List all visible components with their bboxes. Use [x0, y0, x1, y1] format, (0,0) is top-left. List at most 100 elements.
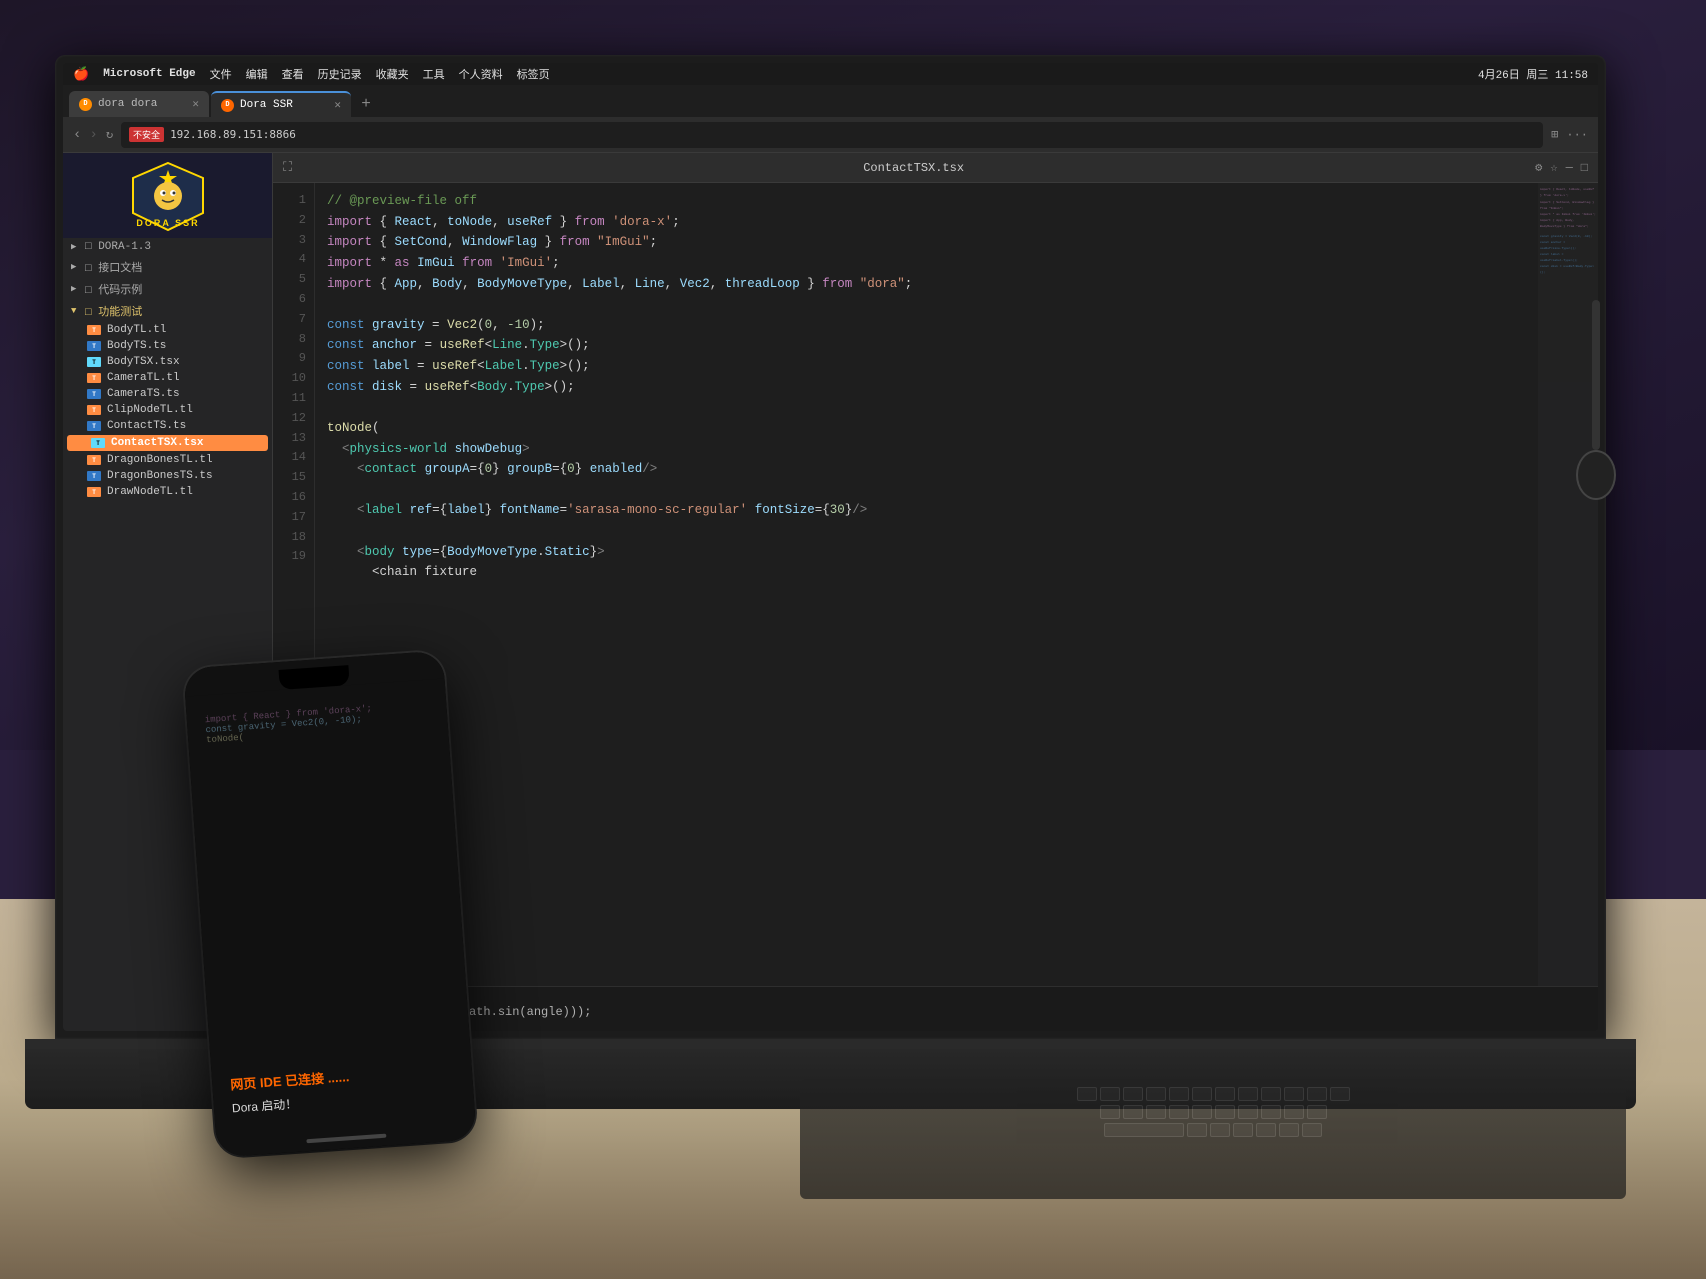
tree-item-code-examples[interactable]: ▶ □ 代码示例 — [63, 278, 272, 300]
line-num-4: 4 — [273, 250, 314, 270]
phone-screen-bezel: import { React } from 'dora-x'; const gr… — [183, 651, 477, 1158]
tree-item-dragonbonests[interactable]: T DragonBonesTS.ts — [63, 468, 272, 484]
line-num-11: 11 — [273, 389, 314, 409]
tree-arrow-icon: ▶ — [71, 262, 81, 272]
tab-close-1[interactable]: ✕ — [192, 97, 199, 111]
forward-button[interactable]: › — [89, 127, 97, 143]
bottom-code-line-1: t; — [325, 991, 1546, 1005]
tree-item-camerats[interactable]: T CameraTS.ts — [63, 386, 272, 402]
expand-icon[interactable]: ⛶ — [283, 160, 292, 175]
tree-item-bodytl[interactable]: T BodyTL.tl — [63, 322, 272, 338]
back-button[interactable]: ‹ — [73, 127, 81, 143]
editor-filename: ContactTSX.tsx — [300, 161, 1527, 175]
minimap-code-preview: import { React, toNode, useRef } from 'd… — [1538, 183, 1598, 280]
tree-item-label: □ DORA-1.3 — [85, 241, 151, 253]
code-line-18: <body type={BodyMoveType.Static}> — [327, 542, 1526, 563]
tree-arrow-icon: ▶ — [71, 284, 81, 294]
browser-menu-icon[interactable]: ··· — [1566, 128, 1588, 142]
code-line-3: import { SetCond, WindowFlag } from "ImG… — [327, 232, 1526, 253]
tree-item-dragonbonestl[interactable]: T DragonBonesTL.tl — [63, 452, 272, 468]
address-text: 192.168.89.151:8866 — [170, 128, 296, 141]
code-line-10: const disk = useRef<Body.Type>(); — [327, 377, 1526, 398]
line-num-17: 17 — [273, 508, 314, 528]
tree-item-clipnodetl[interactable]: T ClipNodeTL.tl — [63, 402, 272, 418]
tree-item-label: ClipNodeTL.tl — [107, 404, 193, 416]
tree-item-label: BodyTL.tl — [107, 324, 166, 336]
mic-cable — [1592, 300, 1600, 450]
code-line-13: <physics-world showDebug> — [327, 439, 1526, 460]
keyboard-row-1 — [800, 1079, 1626, 1103]
ts-file-icon: T — [87, 341, 101, 351]
tree-item-label: BodyTS.ts — [107, 340, 166, 352]
code-line-7: const gravity = Vec2(0, -10); — [327, 315, 1526, 336]
laptop-keyboard-visible — [800, 1079, 1626, 1199]
reload-button[interactable]: ↻ — [106, 127, 113, 142]
tl-file-icon: T — [87, 455, 101, 465]
tl-file-icon: T — [87, 405, 101, 415]
macos-menu-bar: 🍎 Microsoft Edge 文件 编辑 查看 历史记录 收藏夹 工具 个人… — [63, 63, 1598, 85]
browser-tab-bar: D dora dora ✕ D Dora SSR ✕ + — [63, 85, 1598, 117]
code-line-11 — [327, 397, 1526, 418]
menu-time: 4月26日 周三 11:58 — [1478, 66, 1588, 82]
tree-item-label: CameraTS.ts — [107, 388, 180, 400]
tsx-file-icon: T — [87, 357, 101, 367]
code-line-15 — [327, 480, 1526, 501]
code-line-9: const label = useRef<Label.Type>(); — [327, 356, 1526, 377]
menu-favorites[interactable]: 收藏夹 — [376, 66, 409, 82]
code-content[interactable]: // @preview-file off import { React, toN… — [315, 183, 1538, 986]
code-line-8: const anchor = useRef<Line.Type>(); — [327, 335, 1526, 356]
bottom-code-strip: t; i(angle), radius * math.sin(angle))); — [273, 986, 1598, 1031]
editor-toolbar: ⛶ ContactTSX.tsx ⚙ ☆ ─ □ — [273, 153, 1598, 183]
tab-close-2[interactable]: ✕ — [334, 98, 341, 112]
menu-edge[interactable]: Microsoft Edge — [103, 68, 195, 80]
security-badge: 不安全 — [129, 127, 164, 142]
tree-item-bodytsx[interactable]: T BodyTSX.tsx — [63, 354, 272, 370]
menu-tabs[interactable]: 标签页 — [517, 66, 550, 82]
minimize-icon[interactable]: ─ — [1566, 161, 1573, 175]
code-line-1: // @preview-file off — [327, 191, 1526, 212]
keyboard-row-3 — [800, 1121, 1626, 1139]
tree-item-label: DragonBonesTS.ts — [107, 470, 213, 482]
line-num-2: 2 — [273, 211, 314, 231]
line-num-7: 7 — [273, 310, 314, 330]
settings-icon[interactable]: ⚙ — [1535, 160, 1542, 175]
code-line-19: <chain fixture — [327, 562, 1526, 583]
new-tab-button[interactable]: + — [353, 91, 379, 117]
tree-item-label: □ 功能测试 — [85, 303, 142, 319]
menu-profile[interactable]: 个人资料 — [459, 66, 503, 82]
tree-item-dora13[interactable]: ▶ □ DORA-1.3 — [63, 238, 272, 256]
tree-item-feature-tests[interactable]: ▼ □ 功能测试 — [63, 300, 272, 322]
tree-item-contactts[interactable]: T ContactTS.ts — [63, 418, 272, 434]
tree-item-bodyts[interactable]: T BodyTS.ts — [63, 338, 272, 354]
tab-dora-dora[interactable]: D dora dora ✕ — [69, 91, 209, 117]
line-num-19: 19 — [273, 547, 314, 567]
tree-item-label: □ 代码示例 — [85, 281, 142, 297]
maximize-icon[interactable]: □ — [1581, 161, 1588, 175]
menu-edit[interactable]: 编辑 — [246, 66, 268, 82]
star-icon[interactable]: ☆ — [1550, 160, 1557, 175]
tab-dora-ssr[interactable]: D Dora SSR ✕ — [211, 91, 351, 117]
code-line-16: <label ref={label} fontName='sarasa-mono… — [327, 500, 1526, 521]
apple-logo-icon: 🍎 — [73, 67, 89, 82]
tree-item-drawnodetl[interactable]: T DrawNodeTL.tl — [63, 484, 272, 500]
code-editor: ⛶ ContactTSX.tsx ⚙ ☆ ─ □ 1 2 3 — [273, 153, 1598, 1031]
menu-file[interactable]: 文件 — [210, 66, 232, 82]
menu-history[interactable]: 历史记录 — [318, 66, 362, 82]
tree-item-cameratl[interactable]: T CameraTL.tl — [63, 370, 272, 386]
line-num-9: 9 — [273, 349, 314, 369]
tree-item-contacttsx[interactable]: T ContactTSX.tsx — [67, 435, 268, 451]
tree-arrow-open-icon: ▼ — [71, 306, 81, 316]
menu-tools[interactable]: 工具 — [423, 66, 445, 82]
tree-item-interface-docs[interactable]: ▶ □ 接口文档 — [63, 256, 272, 278]
address-field[interactable]: 不安全 192.168.89.151:8866 — [121, 122, 1543, 148]
line-num-14: 14 — [273, 448, 314, 468]
code-line-6 — [327, 294, 1526, 315]
menu-view[interactable]: 查看 — [282, 66, 304, 82]
line-num-1: 1 — [273, 191, 314, 211]
tl-file-icon: T — [87, 373, 101, 383]
tab-favicon-2: D — [221, 99, 234, 112]
line-num-10: 10 — [273, 369, 314, 389]
browser-settings-icon[interactable]: ⊞ — [1551, 127, 1558, 142]
code-line-14: <contact groupA={0} groupB={0} enabled/> — [327, 459, 1526, 480]
code-line-12: toNode( — [327, 418, 1526, 439]
